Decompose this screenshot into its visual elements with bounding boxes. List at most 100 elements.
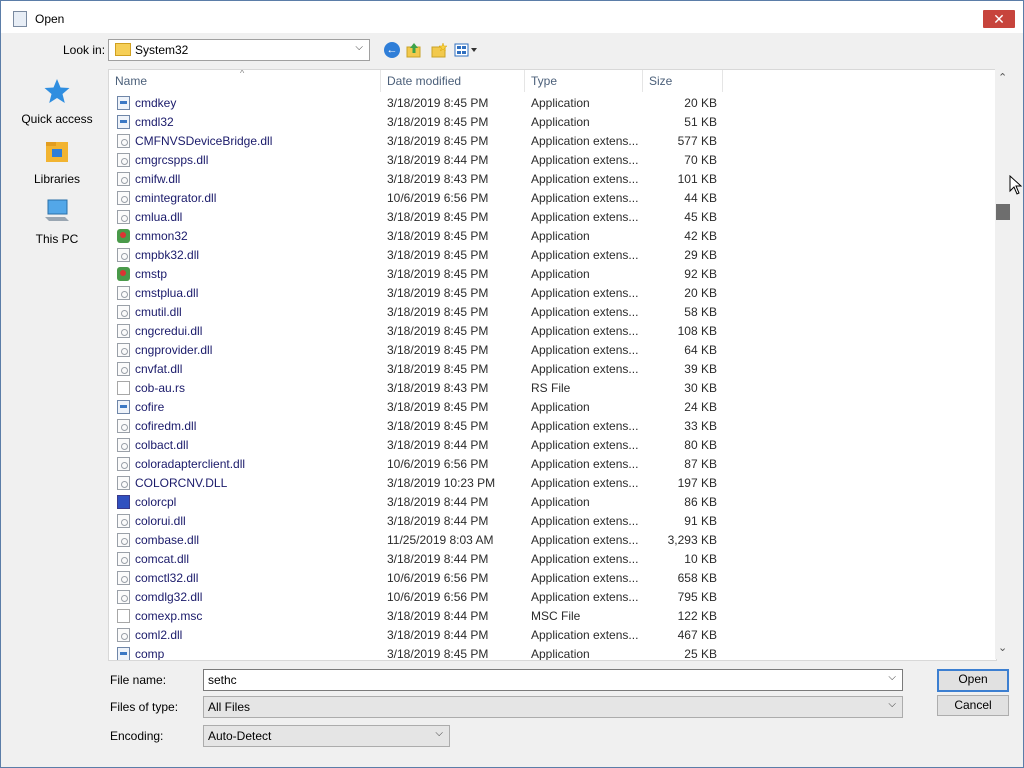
chevron-down-icon[interactable]: ⌵ (888, 672, 896, 683)
file-row[interactable]: cmintegrator.dll 10/6/2019 6:56 PM Applica… (109, 189, 723, 208)
dll-file-icon (117, 248, 130, 262)
file-size: 44 KB (684, 191, 717, 205)
up-folder-icon[interactable] (406, 42, 422, 58)
files-of-type-combo[interactable]: All Files ⌵ (203, 696, 903, 718)
scroll-down-icon[interactable]: ⌄ (998, 641, 1007, 654)
file-date-modified: 3/18/2019 8:45 PM (387, 286, 489, 300)
file-size: 25 KB (684, 647, 717, 661)
new-folder-icon[interactable] (431, 42, 448, 58)
file-date-modified: 3/18/2019 8:44 PM (387, 495, 489, 509)
file-type: Application (531, 400, 590, 414)
file-row[interactable]: colorcpl 3/18/2019 8:44 PM Application 86 K… (109, 493, 723, 512)
back-icon[interactable]: ← (384, 42, 400, 58)
file-row[interactable]: cmifw.dll 3/18/2019 8:43 PM Application ex… (109, 170, 723, 189)
file-type: Application (531, 115, 590, 129)
file-row[interactable]: comctl32.dll 10/6/2019 6:56 PM Application… (109, 569, 723, 588)
file-row[interactable]: cngprovider.dll 3/18/2019 8:45 PM Applicat… (109, 341, 723, 360)
file-type: Application (531, 495, 590, 509)
file-name: colorui.dll (135, 514, 186, 528)
file-size: 45 KB (684, 210, 717, 224)
open-button[interactable]: Open (937, 669, 1009, 692)
place-quick-access[interactable]: Quick access (9, 77, 105, 126)
file-row[interactable]: cmdl32 3/18/2019 8:45 PM Application 51 KB (109, 113, 723, 132)
file-size: 39 KB (684, 362, 717, 376)
file-size: 577 KB (677, 134, 717, 148)
file-row[interactable]: cmpbk32.dll 3/18/2019 8:45 PM Application … (109, 246, 723, 265)
file-row[interactable]: cob-au.rs 3/18/2019 8:43 PM RS File 30 KB (109, 379, 723, 398)
file-date-modified: 3/18/2019 8:44 PM (387, 153, 489, 167)
file-date-modified: 3/18/2019 8:43 PM (387, 172, 489, 186)
file-row[interactable]: comdlg32.dll 10/6/2019 6:56 PM Application… (109, 588, 723, 607)
file-size: 87 KB (684, 457, 717, 471)
file-row[interactable]: cofiredm.dll 3/18/2019 8:45 PM Application… (109, 417, 723, 436)
column-size[interactable]: Size (643, 70, 723, 92)
scroll-thumb[interactable] (996, 204, 1010, 220)
file-row[interactable]: combase.dll 11/25/2019 8:03 AM Application… (109, 531, 723, 550)
file-row[interactable]: cngcredui.dll 3/18/2019 8:45 PM Applicatio… (109, 322, 723, 341)
file-row[interactable]: cmstplua.dll 3/18/2019 8:45 PM Application… (109, 284, 723, 303)
views-menu-icon[interactable] (454, 42, 478, 58)
title-bar: Open ✕ (1, 1, 1023, 33)
dll-file-icon (117, 191, 130, 205)
look-in-combo[interactable]: System32 ⌵ (108, 39, 370, 61)
chevron-down-icon: ⌵ (435, 728, 443, 739)
file-row[interactable]: COLORCNV.DLL 3/18/2019 10:23 PM Applicatio… (109, 474, 723, 493)
place-label: Quick access (21, 112, 93, 126)
file-name: cmifw.dll (135, 172, 181, 186)
file-type: Application extens... (531, 514, 639, 528)
file-name: coml2.dll (135, 628, 183, 642)
dll-file-icon (117, 343, 130, 357)
places-bar: Quick access Libraries This PC (9, 69, 105, 699)
file-row[interactable]: cmstp 3/18/2019 8:45 PM Application 92 KB (109, 265, 723, 284)
encoding-combo[interactable]: Auto-Detect ⌵ (203, 725, 450, 747)
column-name[interactable]: Name (109, 70, 381, 92)
file-list[interactable]: ^ Name Date modified Type Size cmdkey 3/1… (108, 69, 997, 661)
file-type: Application (531, 647, 590, 661)
file-name-input[interactable] (208, 672, 878, 687)
file-type: Application extens... (531, 134, 639, 148)
application-icon (117, 495, 130, 509)
file-row[interactable]: coloradapterclient.dll 10/6/2019 6:56 PM A… (109, 455, 723, 474)
file-row[interactable]: comexp.msc 3/18/2019 8:44 PM MSC File 122 K… (109, 607, 723, 626)
column-date-modified[interactable]: Date modified (381, 70, 525, 92)
place-this-pc[interactable]: This PC (9, 197, 105, 246)
file-row[interactable]: cmutil.dll 3/18/2019 8:45 PM Application e… (109, 303, 723, 322)
file-row[interactable]: colorui.dll 3/18/2019 8:44 PM Application … (109, 512, 723, 531)
file-size: 91 KB (684, 514, 717, 528)
file-name-field[interactable]: ⌵ (203, 669, 903, 691)
scroll-up-icon[interactable]: ⌃ (998, 71, 1007, 84)
file-row[interactable]: comcat.dll 3/18/2019 8:44 PM Application e… (109, 550, 723, 569)
column-type[interactable]: Type (525, 70, 643, 92)
files-of-type-value: All Files (208, 700, 251, 714)
encoding-value: Auto-Detect (208, 729, 272, 743)
close-button[interactable]: ✕ (983, 10, 1015, 28)
dll-file-icon (117, 362, 130, 376)
file-type: Application (531, 229, 590, 243)
file-date-modified: 3/18/2019 8:44 PM (387, 628, 489, 642)
file-type: Application (531, 96, 590, 110)
file-row[interactable]: coml2.dll 3/18/2019 8:44 PM Application ex… (109, 626, 723, 645)
file-row[interactable]: cmdkey 3/18/2019 8:45 PM Application 20 KB (109, 94, 723, 113)
file-row[interactable]: cofire 3/18/2019 8:45 PM Application 24 KB (109, 398, 723, 417)
file-date-modified: 3/18/2019 8:45 PM (387, 134, 489, 148)
file-type: MSC File (531, 609, 581, 623)
file-row[interactable]: cnvfat.dll 3/18/2019 8:45 PM Application e… (109, 360, 723, 379)
file-name: cmpbk32.dll (135, 248, 200, 262)
file-date-modified: 3/18/2019 8:45 PM (387, 115, 489, 129)
vertical-scrollbar[interactable]: ⌃ ⌄ (995, 69, 1011, 659)
file-type: Application extens... (531, 153, 639, 167)
file-row[interactable]: colbact.dll 3/18/2019 8:44 PM Application … (109, 436, 723, 455)
file-size: 80 KB (684, 438, 717, 452)
file-row[interactable]: cmmon32 3/18/2019 8:45 PM Application 42 KB (109, 227, 723, 246)
file-name: cmstplua.dll (135, 286, 199, 300)
place-libraries[interactable]: Libraries (9, 137, 105, 186)
cancel-button[interactable]: Cancel (937, 695, 1009, 716)
file-row[interactable]: cmlua.dll 3/18/2019 8:45 PM Application ex… (109, 208, 723, 227)
dll-file-icon (117, 514, 130, 528)
file-size: 24 KB (684, 400, 717, 414)
file-row[interactable]: cmgrcspps.dll 3/18/2019 8:44 PM Applicatio… (109, 151, 723, 170)
file-type: Application extens... (531, 533, 639, 547)
file-row[interactable]: comp 3/18/2019 8:45 PM Application 25 KB (109, 645, 723, 661)
file-row[interactable]: CMFNVSDeviceBridge.dll 3/18/2019 8:45 PM A… (109, 132, 723, 151)
file-name: comexp.msc (135, 609, 203, 623)
